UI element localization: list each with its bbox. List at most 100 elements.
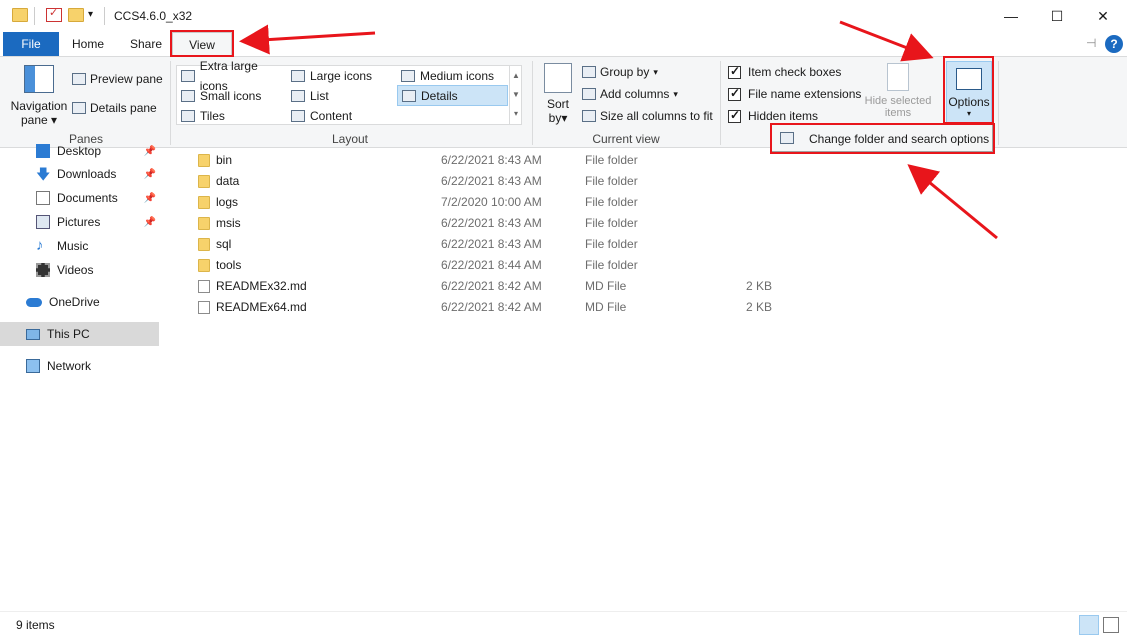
nav-label: Desktop: [57, 144, 102, 158]
cloud-icon: [26, 297, 42, 307]
divider: [104, 7, 105, 25]
layout-small-icons[interactable]: Small icons: [177, 86, 287, 106]
file-name-extensions-toggle[interactable]: File name extensions: [728, 86, 861, 101]
item-check-boxes-toggle[interactable]: Item check boxes: [728, 64, 841, 79]
checkbox-checked-icon: [728, 108, 741, 123]
file-row[interactable]: msis 6/22/2021 8:43 AM File folder: [192, 213, 792, 234]
group-by-button[interactable]: Group by ▾: [582, 65, 658, 79]
file-date: 6/22/2021 8:43 AM: [441, 237, 542, 251]
item-count: 9 items: [16, 618, 55, 632]
scroll-up-icon[interactable]: ▲: [510, 66, 522, 85]
file-date: 6/22/2021 8:42 AM: [441, 279, 542, 293]
tab-file[interactable]: File: [3, 32, 59, 56]
layout-large-icons[interactable]: Large icons: [287, 66, 397, 86]
hide-selected-icon: [887, 63, 909, 91]
layout-details[interactable]: Details: [397, 85, 508, 106]
document-icon: [198, 301, 210, 314]
file-row[interactable]: tools 6/22/2021 8:44 AM File folder: [192, 255, 792, 276]
file-row[interactable]: sql 6/22/2021 8:43 AM File folder: [192, 234, 792, 255]
desktop-icon: [36, 144, 50, 158]
group-separator: [720, 61, 721, 145]
file-row[interactable]: bin 6/22/2021 8:43 AM File folder: [192, 150, 792, 171]
folder-icon: [198, 217, 210, 230]
nav-item-music[interactable]: ♪ Music: [0, 235, 160, 257]
list-icon: [291, 90, 305, 102]
layout-extra-large-icons[interactable]: Extra large icons: [177, 59, 287, 93]
file-row[interactable]: logs 7/2/2020 10:00 AM File folder: [192, 192, 792, 213]
large-icons-icon: [291, 70, 305, 82]
nav-item-desktop[interactable]: Desktop 📌: [0, 140, 160, 162]
current-view-group-label: Current view: [592, 132, 660, 146]
folder-icon: [198, 259, 210, 272]
sort-by-button[interactable]: Sort by▾: [540, 63, 576, 125]
layout-list[interactable]: List: [287, 86, 397, 106]
maximize-button[interactable]: ☐: [1034, 0, 1080, 32]
tab-home[interactable]: Home: [64, 32, 112, 56]
properties-icon[interactable]: ✓: [46, 7, 62, 22]
group-separator: [998, 61, 999, 145]
nav-label: Downloads: [57, 167, 117, 181]
nav-item-videos[interactable]: Videos: [0, 259, 160, 281]
details-pane-icon: [72, 102, 86, 114]
hide-selected-label: Hide selected: [864, 95, 932, 107]
tab-share[interactable]: Share: [122, 32, 170, 56]
help-icon[interactable]: ?: [1105, 35, 1123, 53]
folder-icon: [198, 196, 210, 209]
file-name: logs: [216, 195, 239, 209]
file-name: msis: [216, 216, 241, 230]
add-columns-button[interactable]: Add columns ▾: [582, 87, 678, 101]
nav-item-this-pc[interactable]: This PC: [0, 322, 159, 346]
nav-item-network[interactable]: Network: [0, 355, 160, 377]
layout-scroll[interactable]: ▲ ▼ ▾: [509, 66, 522, 124]
checkbox-checked-icon: [728, 64, 741, 79]
nav-item-onedrive[interactable]: OneDrive: [0, 291, 160, 313]
preview-pane-button[interactable]: Preview pane: [72, 72, 163, 86]
pin-ribbon-icon[interactable]: ⊣: [1086, 36, 1096, 50]
file-date: 6/22/2021 8:43 AM: [441, 153, 542, 167]
nav-label: Pictures: [57, 215, 101, 229]
details-view-icon[interactable]: [1079, 615, 1099, 635]
annotation-box-view-tab: [170, 30, 234, 57]
nav-label: Network: [47, 359, 92, 373]
details-pane-label: Details pane: [90, 101, 157, 115]
window-title: CCS4.6.0_x32: [114, 9, 193, 23]
large-icons-view-icon[interactable]: [1103, 617, 1119, 633]
nav-item-pictures[interactable]: Pictures 📌: [0, 211, 160, 233]
scroll-down-icon[interactable]: ▼: [510, 85, 522, 104]
navigation-pane-button[interactable]: Navigation pane ▾: [10, 65, 68, 127]
annotation-box-change-options: [770, 123, 995, 154]
file-type: File folder: [585, 216, 638, 230]
group-by-icon: [582, 66, 596, 78]
file-row[interactable]: READMEx64.md 6/22/2021 8:42 AM MD File 2…: [192, 297, 792, 318]
customize-quick-access-icon[interactable]: ▾: [88, 9, 93, 20]
hide-selected-items-button[interactable]: Hide selected items: [860, 63, 936, 119]
file-date: 6/22/2021 8:43 AM: [441, 174, 542, 188]
videos-icon: [36, 263, 50, 277]
file-type: File folder: [585, 237, 638, 251]
layout-medium-icons[interactable]: Medium icons: [397, 66, 507, 86]
new-folder-icon[interactable]: [68, 8, 84, 22]
group-separator: [532, 61, 533, 145]
folder-icon: [198, 175, 210, 188]
preview-pane-icon: [72, 73, 86, 85]
close-button[interactable]: ✕: [1080, 0, 1126, 32]
hide-selected-label-2: items: [884, 107, 912, 119]
details-pane-button[interactable]: Details pane: [72, 101, 157, 115]
pin-icon: 📌: [143, 216, 156, 228]
file-type: File folder: [585, 195, 638, 209]
navigation-pane: Desktop 📌 🡇 Downloads 📌 Documents 📌 Picture…: [0, 144, 162, 611]
nav-item-documents[interactable]: Documents 📌: [0, 187, 160, 209]
nav-label: Music: [57, 239, 89, 253]
hidden-items-toggle[interactable]: Hidden items: [728, 108, 818, 123]
layout-gallery: Extra large icons Large icons Medium ico…: [176, 59, 522, 126]
file-type: File folder: [585, 174, 638, 188]
nav-label: Documents: [57, 191, 118, 205]
file-row[interactable]: data 6/22/2021 8:43 AM File folder: [192, 171, 792, 192]
nav-item-downloads[interactable]: 🡇 Downloads 📌: [0, 163, 160, 185]
layout-content[interactable]: Content: [287, 106, 397, 126]
expand-gallery-icon[interactable]: ▾: [510, 104, 522, 123]
minimize-button[interactable]: —: [988, 0, 1034, 32]
layout-tiles[interactable]: Tiles: [177, 106, 287, 126]
file-row[interactable]: READMEx32.md 6/22/2021 8:42 AM MD File 2…: [192, 276, 792, 297]
size-all-columns-button[interactable]: Size all columns to fit: [582, 109, 713, 123]
